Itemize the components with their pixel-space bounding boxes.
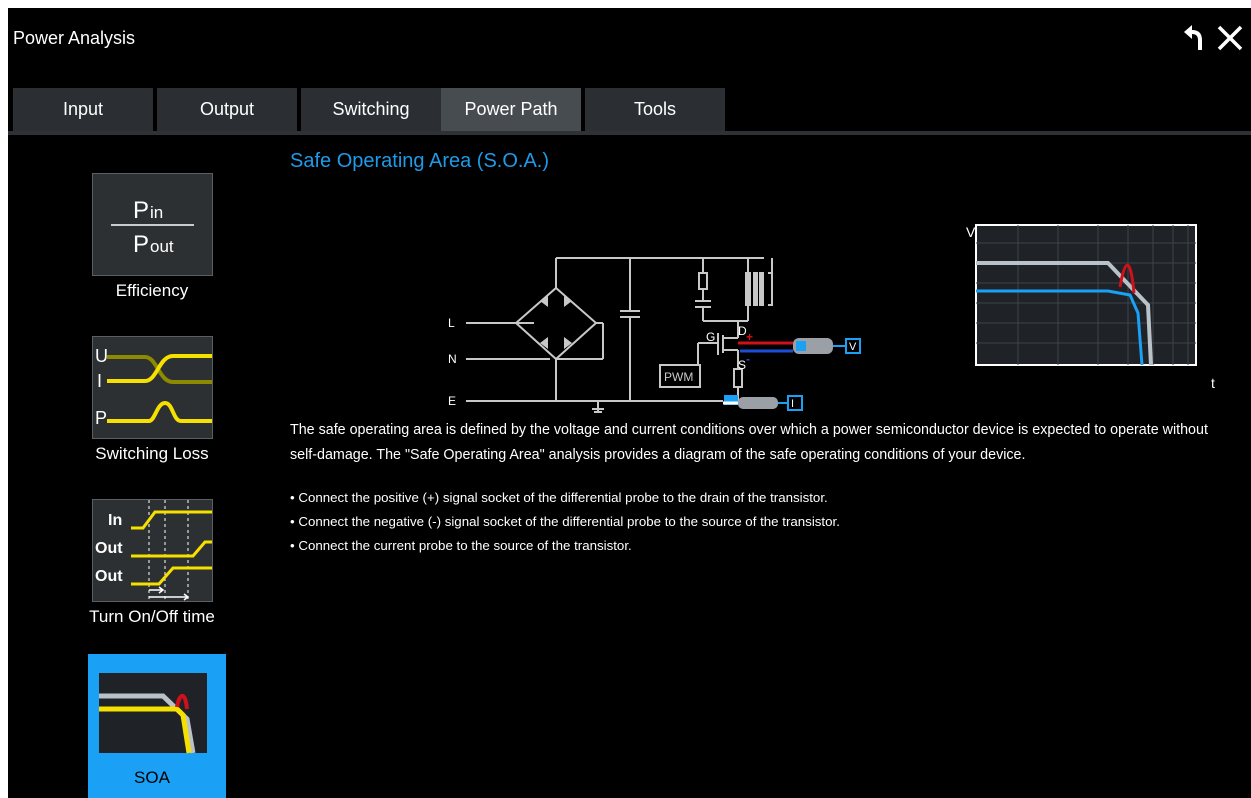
switching-loss-icon: U I P [92,336,213,439]
signal-out-2: Out [95,568,123,585]
minus-sign: - [746,352,750,366]
dialog-title: Power Analysis [13,28,136,48]
label-s: S [738,358,746,372]
sidebar-item-label: SOA [134,768,170,787]
formula-top: P [133,197,149,224]
undo-button[interactable] [1176,22,1208,54]
signal-out-1: Out [95,540,123,557]
tab-input[interactable]: Input [13,88,153,131]
instruction-item: Connect the current probe to the source … [290,534,840,558]
tab-tools[interactable]: Tools [585,88,725,131]
formula-top-sub: in [150,203,163,222]
close-icon [1217,25,1243,51]
undo-arrow-icon [1184,25,1202,50]
page-title: Safe Operating Area (S.O.A.) [290,150,550,172]
sidebar-item-label: Efficiency [115,281,189,300]
tab-bar: Input Output Switching Power Path Tools [8,88,1251,135]
soa-chart-illustration: V t [966,224,1215,391]
signal-u: U [95,346,108,366]
sidebar-item-label: Turn On/Off time [89,607,215,626]
instruction-item: Connect the negative (-) signal socket o… [290,510,840,534]
circuit-diagram: L N E G D S PWM V I + - [448,257,861,413]
tab-power-path[interactable]: Power Path [441,88,581,131]
formula-bottom-sub: out [150,237,174,256]
close-button[interactable] [1214,22,1246,54]
probe-v-label: V [849,341,857,353]
efficiency-icon: P in P out [92,173,213,276]
power-analysis-dialog: Power Analysis Input Output Switching Po… [8,8,1251,798]
label-n: N [448,352,457,366]
instruction-item: Connect the positive (+) signal socket o… [290,486,840,510]
instruction-list: Connect the positive (+) signal socket o… [290,486,840,558]
signal-p: P [95,408,107,428]
tab-switching[interactable]: Switching [301,88,441,131]
label-pwm: PWM [664,370,693,384]
formula-bottom: P [133,231,149,258]
title-bar: Power Analysis [8,8,1251,80]
turn-on-off-time-icon: In Out Out [92,499,213,602]
label-e: E [448,394,456,408]
label-l: L [448,316,455,330]
sidebar-item-label: Switching Loss [95,444,209,463]
plus-sign: + [746,330,753,344]
soa-x-axis-label: t [1211,375,1215,391]
label-g: G [706,330,715,344]
soa-y-axis-label: V [966,224,976,240]
tab-output[interactable]: Output [157,88,297,131]
signal-i: I [97,371,102,391]
soa-icon [92,660,213,763]
signal-in: In [108,512,122,529]
description-text: The safe operating area is defined by th… [290,422,1208,463]
probe-i-label: I [791,398,794,410]
